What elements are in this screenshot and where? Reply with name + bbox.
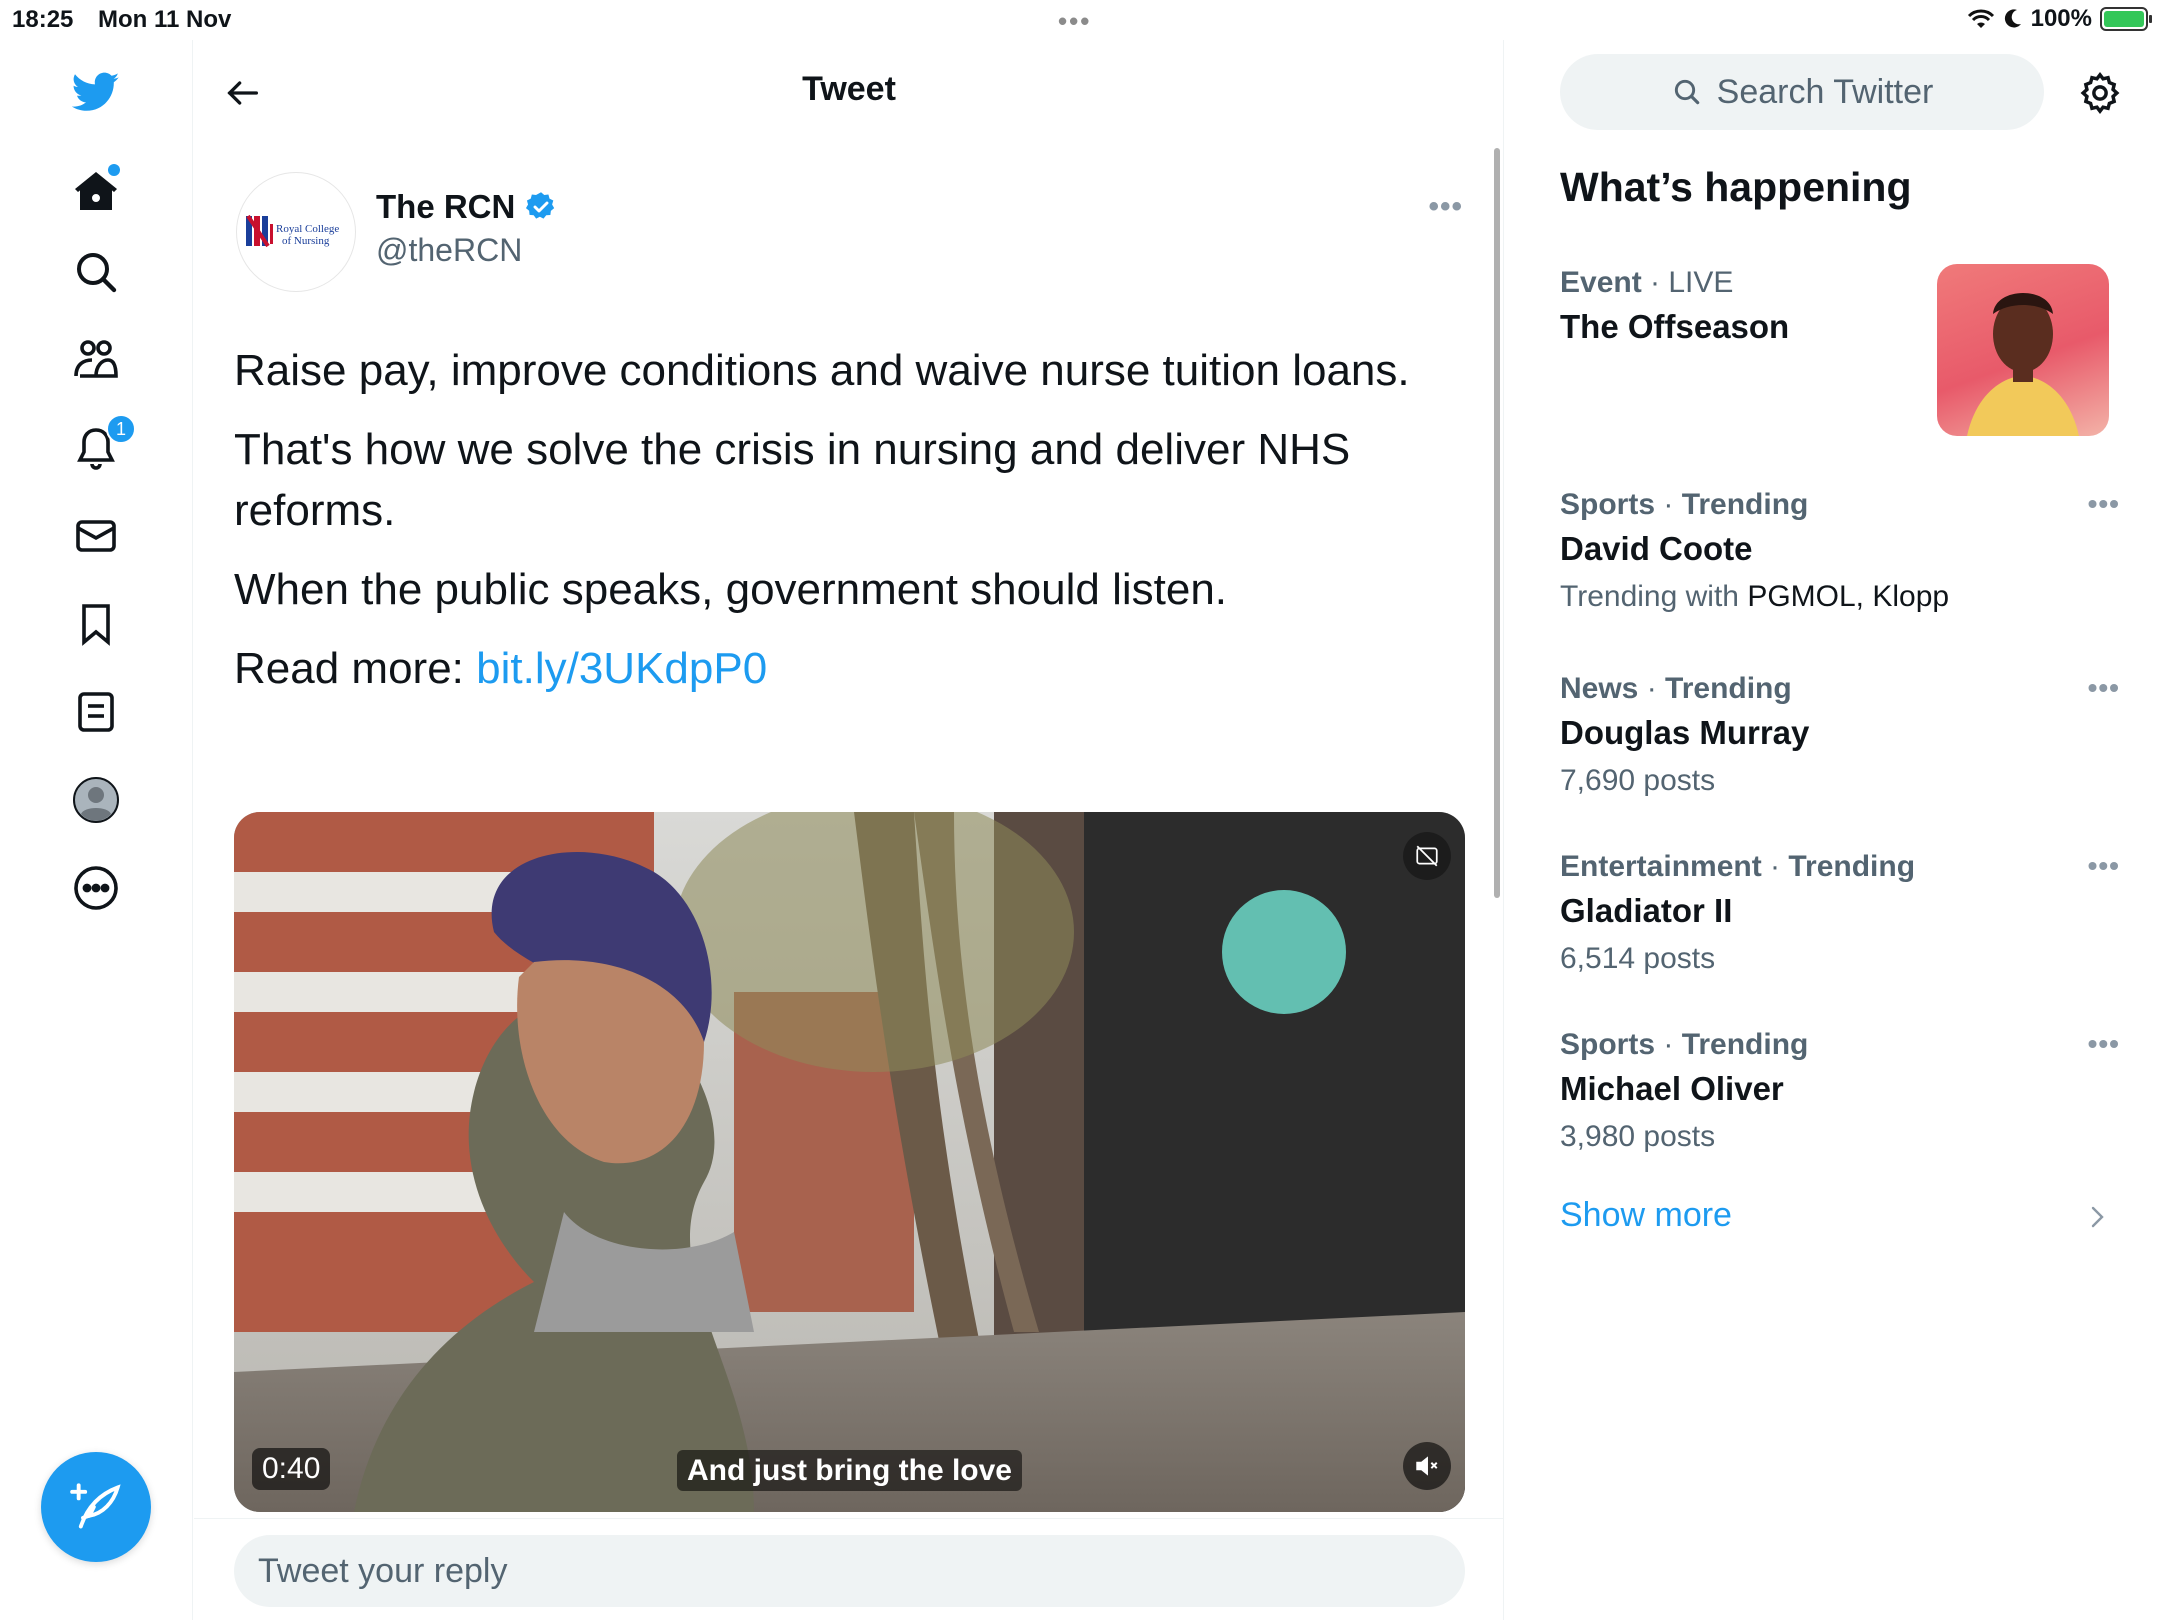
notifications-badge: 1 [106, 414, 136, 444]
event-image [1967, 293, 2079, 436]
event-status: LIVE [1668, 266, 1734, 299]
settings-button[interactable] [2075, 68, 2125, 118]
wifi-icon [1967, 9, 1994, 28]
trend-meta: Entertainment · Trending [1560, 850, 1916, 883]
trend-item[interactable]: Sports · Trending Michael Oliver 3,980 p… [1560, 1028, 2120, 1154]
trend-item[interactable]: Entertainment · Trending Gladiator II 6,… [1560, 850, 2120, 976]
author-name[interactable]: The RCN [376, 188, 557, 226]
event-thumbnail[interactable] [1937, 264, 2109, 436]
trend-meta: News · Trending [1560, 672, 1792, 705]
home-icon[interactable] [66, 162, 126, 222]
trend-item[interactable]: News · Trending Douglas Murray 7,690 pos… [1560, 672, 2120, 798]
tweet-paragraph: When the public speaks, government shoul… [234, 565, 1228, 614]
status-time: 18:25 [12, 6, 74, 33]
author-name-text[interactable]: The RCN [376, 188, 515, 226]
tweet-paragraph: Raise pay, improve conditions and waive … [234, 346, 1410, 395]
trend-status: Trending [1788, 850, 1916, 883]
twitter-logo-icon[interactable] [66, 62, 126, 122]
tweet-detail-column: Tweet Royal College of Nursing The RCN @… [194, 40, 1504, 1620]
reply-input[interactable] [234, 1535, 1465, 1607]
trend-more-icon[interactable]: ••• [2088, 672, 2120, 704]
tweet-video-player[interactable]: 0:40 And just bring the love [234, 812, 1465, 1512]
compose-icon [70, 1483, 121, 1529]
tweet-paragraph: That's how we solve the crisis in nursin… [234, 425, 1351, 535]
author-avatar[interactable]: Royal College of Nursing [236, 172, 356, 292]
whats-happening-title: What’s happening [1560, 164, 1912, 210]
communities-icon[interactable] [66, 330, 126, 390]
trend-name: Douglas Murray [1560, 714, 1810, 751]
scrollbar[interactable] [1494, 148, 1500, 898]
show-more-link[interactable]: Show more [1560, 1196, 1732, 1235]
trend-status: Trending [1681, 488, 1809, 521]
profile-icon[interactable] [66, 770, 126, 830]
trend-category: News [1560, 672, 1639, 705]
captions-icon [1416, 845, 1438, 867]
trend-post-count: 7,690 posts [1560, 764, 1716, 797]
event-category: Event [1560, 266, 1642, 299]
search-icon[interactable] [66, 242, 126, 302]
trend-post-count: 6,514 posts [1560, 942, 1716, 975]
speaker-muted-icon [1416, 1456, 1438, 1476]
compose-tweet-button[interactable] [41, 1452, 151, 1562]
trend-more-icon[interactable]: ••• [2088, 1028, 2120, 1060]
gear-icon [2080, 71, 2120, 115]
trend-meta: Sports · Trending [1560, 488, 1809, 521]
trend-more-icon[interactable]: ••• [2088, 850, 2120, 882]
trend-status: Trending [1665, 672, 1792, 705]
trend-status: Trending [1681, 1028, 1809, 1061]
trend-name: Gladiator II [1560, 892, 1733, 929]
chevron-right-icon[interactable] [2087, 1202, 2109, 1232]
notifications-icon[interactable]: 1 [66, 414, 136, 478]
trend-post-count: 3,980 posts [1560, 1120, 1716, 1153]
lists-icon[interactable] [66, 682, 126, 742]
search-icon [1674, 79, 1699, 105]
mute-button[interactable] [1403, 1442, 1451, 1490]
right-sidebar: Search Twitter What’s happening Event · … [1505, 40, 2160, 1620]
captions-button[interactable] [1403, 832, 1451, 880]
search-placeholder: Search Twitter [1716, 72, 1934, 111]
trend-category: Sports [1560, 488, 1656, 521]
home-unread-dot [108, 164, 120, 176]
tweet-link[interactable]: bit.ly/3UKdpP0 [476, 644, 767, 693]
tweet-read-more-line: Read more: bit.ly/3UKdpP0 [234, 638, 1464, 699]
trend-subtitle: Trending with PGMOL, Klopp [1560, 580, 2120, 614]
read-more-label: Read more: [234, 644, 464, 693]
messages-icon[interactable] [66, 506, 126, 566]
battery-icon [2100, 7, 2152, 31]
svg-text:of Nursing: of Nursing [282, 235, 330, 247]
page-title: Tweet [802, 70, 896, 108]
trend-name: Michael Oliver [1560, 1070, 1784, 1107]
trend-sub-values: PGMOL, Klopp [1747, 580, 1950, 613]
trend-category: Sports [1560, 1028, 1656, 1061]
status-indicators: 100% [1967, 5, 2152, 33]
tweet-more-options-icon[interactable]: ••• [1428, 190, 1463, 224]
multitasking-dots-icon[interactable]: ••• [1058, 6, 1091, 37]
reply-composer [194, 1518, 1504, 1620]
trend-item[interactable]: Sports · Trending David Coote Trending w… [1560, 488, 2120, 614]
trend-meta: Sports · Trending [1560, 1028, 1809, 1061]
battery-percent: 100% [2030, 5, 2092, 32]
left-navigation: 1 [0, 40, 193, 1620]
search-bar[interactable]: Search Twitter [1560, 54, 2044, 130]
tweet-body: Raise pay, improve conditions and waive … [234, 340, 1464, 717]
video-frame [234, 812, 1465, 1512]
moon-icon [2004, 9, 2021, 28]
trend-category: Entertainment [1560, 850, 1762, 883]
status-date: Mon 11 Nov [98, 6, 232, 33]
trend-name: David Coote [1560, 530, 1753, 567]
video-caption: And just bring the love [234, 1450, 1465, 1491]
rcn-logo-icon: Royal College of Nursing [246, 214, 339, 248]
bookmarks-icon[interactable] [66, 594, 126, 654]
trend-sub-prefix: Trending with [1560, 580, 1739, 613]
svg-text:Royal College: Royal College [276, 223, 339, 235]
status-bar: 18:25 Mon 11 Nov ••• 100% [0, 0, 2160, 40]
verified-badge-icon [526, 192, 555, 219]
video-caption-text: And just bring the love [676, 1450, 1022, 1491]
more-icon[interactable] [66, 858, 126, 918]
author-handle[interactable]: @theRCN [376, 232, 522, 269]
trend-more-icon[interactable]: ••• [2088, 488, 2120, 520]
